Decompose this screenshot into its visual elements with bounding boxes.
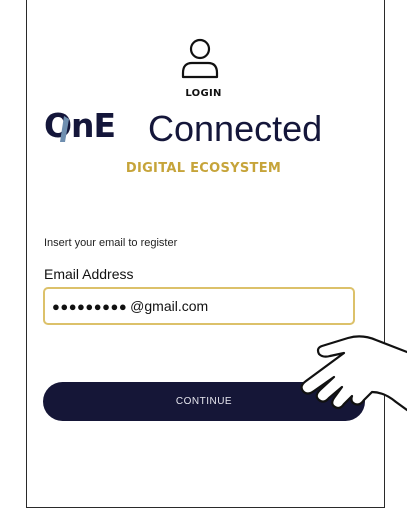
logo-connected-text: Connected [148,108,323,149]
logo-subtitle: DIGITAL ECOSYSTEM [125,161,282,176]
page-title: LOGIN [185,88,222,99]
pointing-hand-icon [300,335,407,412]
email-domain-value: @gmail.com [130,298,209,314]
email-masked-value: ●●●●●●●●● [52,298,128,314]
logo-one-text: OnE [44,106,116,145]
register-prompt: Insert your email to register [44,237,178,249]
continue-button-label: CONTINUE [175,396,233,407]
brand-logo: OnE Connected [44,106,374,158]
email-field[interactable]: ●●●●●●●●● @gmail.com [43,287,355,325]
user-icon [181,38,219,79]
logo-accent-icon [60,116,69,142]
email-label: Email Address [44,266,134,282]
